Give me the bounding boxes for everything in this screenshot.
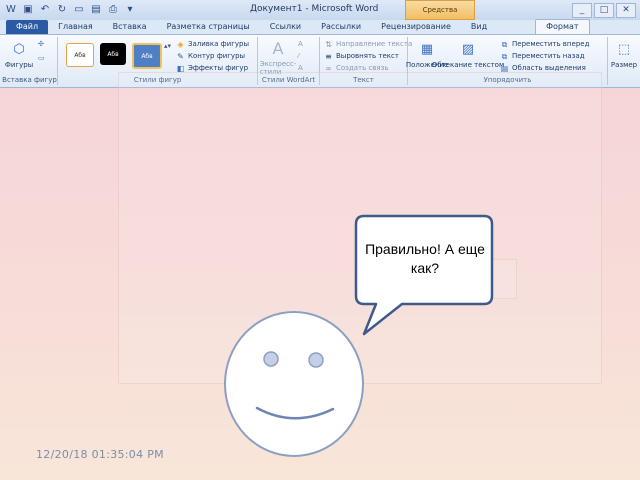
drawing-layer <box>224 214 494 457</box>
face-circle <box>224 311 364 457</box>
timestamp: 12/20/18 01:35:04 PM <box>36 448 164 461</box>
speech-bubble-text: Правильно! А еще как? <box>365 241 485 276</box>
smiley-face[interactable] <box>224 311 364 457</box>
right-eye <box>308 352 324 368</box>
left-eye <box>263 351 279 367</box>
